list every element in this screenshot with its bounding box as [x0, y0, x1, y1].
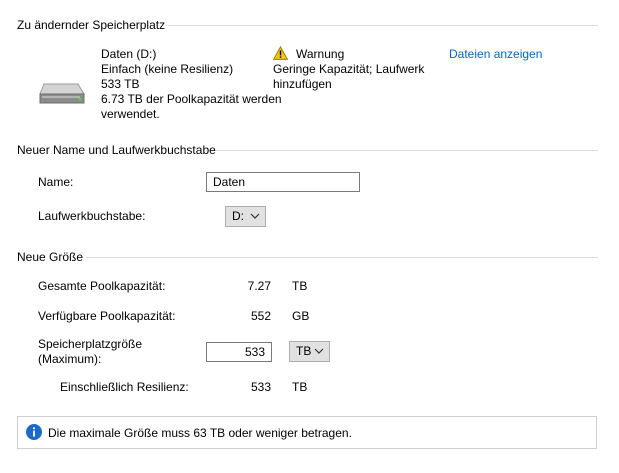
- resiliency-unit: TB: [292, 380, 308, 394]
- show-files-link[interactable]: Dateien anzeigen: [449, 47, 542, 61]
- drive-pool-usage-line2: verwendet.: [101, 107, 160, 121]
- name-label: Name:: [38, 175, 74, 189]
- size-label-line2: (Maximum):: [38, 352, 102, 366]
- size-input[interactable]: 533: [206, 342, 272, 362]
- drive-letter-value: D:: [232, 209, 244, 223]
- drive-size: 533 TB: [101, 77, 140, 91]
- warning-icon: [272, 45, 289, 63]
- size-unit-select[interactable]: TB: [289, 341, 330, 362]
- section-title-size: Neue Größe: [17, 250, 84, 264]
- size-label-line1: Speicherplatzgröße: [38, 337, 143, 351]
- section-title-name: Neuer Name und Laufwerkbuchstabe: [17, 143, 216, 157]
- drive-letter-label: Laufwerkbuchstabe:: [38, 209, 146, 223]
- available-capacity-value: 552: [250, 309, 271, 323]
- resiliency-label: Einschließlich Resilienz:: [60, 380, 189, 394]
- available-capacity-unit: GB: [292, 309, 310, 323]
- size-unit-value: TB: [296, 344, 312, 358]
- warning-text-line1: Geringe Kapazität; Laufwerk: [273, 62, 425, 76]
- drive-name: Daten (D:): [101, 47, 157, 61]
- section-title-storage: Zu ändernder Speicherplatz: [17, 18, 166, 32]
- total-capacity-value: 7.27: [247, 279, 271, 293]
- info-icon: [26, 424, 42, 443]
- info-message: Die maximale Größe muss 63 TB oder wenig…: [48, 426, 352, 440]
- drive-resiliency: Einfach (keine Resilienz): [101, 62, 234, 76]
- drive-pool-usage-line1: 6.73 TB der Poolkapazität werden: [101, 92, 282, 106]
- section-divider: [168, 25, 598, 26]
- total-capacity-unit: TB: [292, 279, 308, 293]
- total-capacity-label: Gesamte Poolkapazität:: [38, 279, 166, 293]
- chevron-down-icon: [314, 348, 324, 354]
- section-divider: [86, 257, 598, 258]
- drive-letter-select[interactable]: D:: [225, 206, 266, 227]
- section-divider: [216, 150, 598, 151]
- warning-text-line2: hinzufügen: [273, 77, 332, 91]
- name-input[interactable]: Daten: [206, 172, 360, 192]
- resiliency-value: 533: [250, 380, 271, 394]
- available-capacity-label: Verfügbare Poolkapazität:: [38, 309, 176, 323]
- chevron-down-icon: [250, 213, 260, 219]
- info-bar: Die maximale Größe muss 63 TB oder wenig…: [17, 416, 597, 449]
- drive-icon: [38, 82, 86, 107]
- warning-title: Warnung: [296, 47, 345, 61]
